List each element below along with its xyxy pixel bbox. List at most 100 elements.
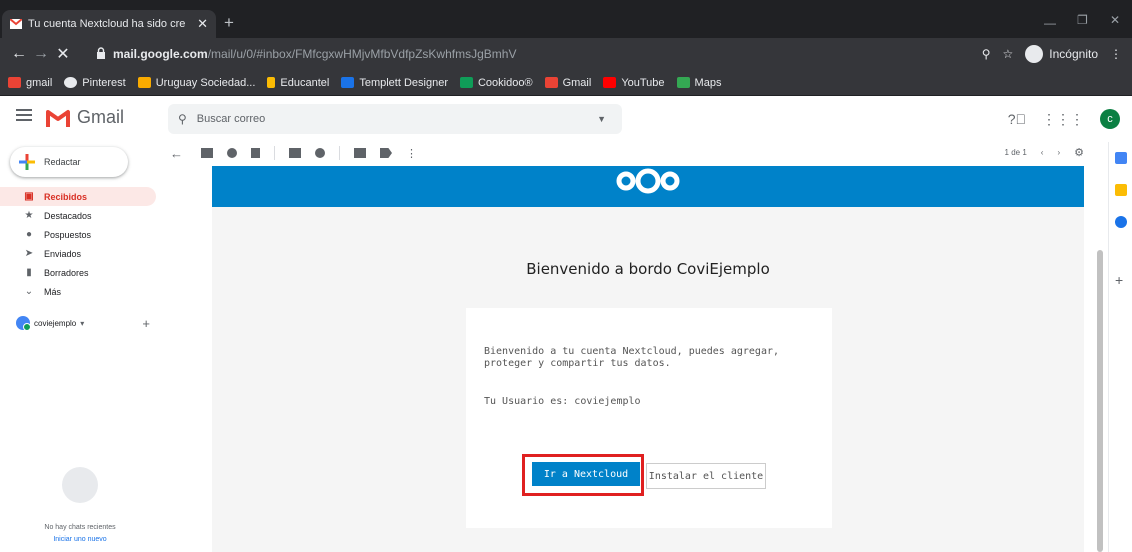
minimize-icon[interactable]: — <box>1044 16 1056 30</box>
username-line: Tu Usuario es: coviejemplo <box>484 396 641 407</box>
delete-icon[interactable] <box>251 148 260 158</box>
incognito-icon <box>1025 45 1044 63</box>
sidebar-item-sent[interactable]: ➤ Enviados <box>0 244 160 263</box>
clock-icon: ● <box>25 229 33 240</box>
forward-icon[interactable]: → <box>30 45 52 63</box>
maps-icon <box>676 77 690 88</box>
hangouts-account[interactable]: coviejemplo ▾ + <box>16 316 156 331</box>
close-window-icon[interactable]: ✕ <box>1110 13 1120 27</box>
bookmark-educantel[interactable]: Educantel <box>267 77 329 89</box>
calendar-icon[interactable] <box>1115 152 1127 164</box>
sidebar-item-inbox[interactable]: ▣ Recibidos <box>0 187 156 206</box>
more-options-icon[interactable]: ⋮ <box>406 147 417 160</box>
keep-icon[interactable] <box>1115 184 1127 196</box>
pinterest-icon <box>64 77 78 88</box>
mark-unread-icon[interactable] <box>289 148 301 158</box>
settings-gear-icon[interactable]: ⚙ <box>1074 146 1084 159</box>
sidebar-item-snoozed[interactable]: ● Pospuestos <box>0 225 160 244</box>
help-icon[interactable]: ?⃝ <box>1008 111 1026 127</box>
sidebar-nav: ▣ Recibidos ★ Destacados ● Pospuestos ➤ … <box>0 187 160 301</box>
address-bar[interactable]: mail.google.com /mail/u/0/#inbox/FMfcgxw… <box>96 42 1036 66</box>
plus-icon <box>19 154 35 170</box>
report-spam-icon[interactable] <box>227 148 237 158</box>
bookmark-templett[interactable]: Templett Designer <box>341 77 448 89</box>
gmail-m-icon <box>46 109 70 127</box>
incognito-indicator[interactable]: Incógnito <box>1025 45 1098 63</box>
bookmark-gmail-2[interactable]: Gmail <box>544 77 591 89</box>
main-menu-icon[interactable] <box>16 109 32 121</box>
search-options-icon[interactable]: ▼ <box>597 114 606 124</box>
close-tab-icon[interactable]: ✕ <box>197 16 208 32</box>
account-avatar[interactable]: c <box>1100 109 1120 129</box>
restore-icon[interactable]: ❐ <box>1077 13 1088 27</box>
gmail-icon <box>8 77 21 88</box>
label-icon[interactable] <box>380 148 392 158</box>
gmail-logo[interactable]: Gmail <box>46 107 124 128</box>
welcome-heading: Bienvenido a bordo CoviEjemplo <box>526 260 770 278</box>
welcome-card: Bienvenido a tu cuenta Nextcloud, puedes… <box>466 308 832 528</box>
gmail-logo-label: Gmail <box>77 107 125 127</box>
chevron-down-icon: ⌄ <box>24 286 34 297</box>
gmail-favicon-icon <box>10 19 22 29</box>
toolbar-divider <box>274 146 275 160</box>
toolbar-divider <box>339 146 340 160</box>
email-scrollbar[interactable] <box>1097 250 1103 552</box>
browser-toolbar: ← → ✕ mail.google.com /mail/u/0/#inbox/F… <box>0 38 1132 70</box>
start-chat-link[interactable]: Iniciar uno nuevo <box>0 536 160 543</box>
bookmarks-bar: gmail Pinterest Uruguay Sociedad... Educ… <box>0 70 1132 96</box>
archive-icon[interactable] <box>201 148 213 158</box>
zoom-search-icon[interactable]: ⚲ <box>982 47 991 61</box>
install-client-button[interactable]: Instalar el cliente <box>646 463 766 489</box>
compose-button[interactable]: Redactar <box>10 147 128 177</box>
draft-icon: ▮ <box>26 267 32 278</box>
url-path: /mail/u/0/#inbox/FMfcgxwHMjvMfbVdfpZsKwh… <box>207 47 517 61</box>
account-avatar-small <box>16 316 31 331</box>
sidebar-item-more[interactable]: ⌄ Más <box>0 282 160 301</box>
go-to-nextcloud-button[interactable]: Ir a Nextcloud <box>532 462 640 486</box>
new-tab-icon[interactable]: + <box>224 13 234 33</box>
search-input[interactable]: ⚲ Buscar correo ▼ <box>168 104 622 134</box>
chat-bubble-icon <box>62 467 98 503</box>
nextcloud-logo-icon <box>616 168 680 194</box>
welcome-body-text: Bienvenido a tu cuenta Nextcloud, puedes… <box>484 346 780 369</box>
email-toolbar: ← ⋮ 1 de 1 ‹ › ⚙ <box>170 142 1100 164</box>
bookmark-uruguay-sociedad[interactable]: Uruguay Sociedad... <box>137 77 255 89</box>
templett-icon <box>341 77 355 88</box>
url-host: mail.google.com <box>113 47 208 61</box>
youtube-icon <box>603 77 617 88</box>
star-icon: ★ <box>24 210 34 221</box>
account-caret-icon: ▾ <box>80 318 85 328</box>
send-icon: ➤ <box>24 248 34 259</box>
lock-icon <box>96 47 108 61</box>
bookmark-maps[interactable]: Maps <box>676 77 721 89</box>
newer-icon[interactable]: ‹ <box>1041 148 1044 157</box>
back-to-inbox-icon[interactable]: ← <box>170 146 183 161</box>
move-to-icon[interactable] <box>354 148 366 158</box>
compose-label: Redactar <box>44 157 81 167</box>
browser-menu-icon[interactable]: ⋮ <box>1110 47 1122 61</box>
bookmark-star-icon[interactable]: ☆ <box>1003 47 1014 61</box>
back-icon[interactable]: ← <box>8 45 30 63</box>
browser-tabstrip: Tu cuenta Nextcloud ha sido cre ✕ + — ❐ … <box>0 0 1132 38</box>
sidebar-item-drafts[interactable]: ▮ Borradores <box>0 263 160 282</box>
stop-icon[interactable]: ✕ <box>52 44 74 64</box>
bookmark-youtube[interactable]: YouTube <box>603 77 665 89</box>
bookmark-pinterest[interactable]: Pinterest <box>64 77 126 89</box>
older-icon[interactable]: › <box>1057 148 1060 157</box>
sidebar-item-starred[interactable]: ★ Destacados <box>0 206 160 225</box>
no-chats-text: No hay chats recientes <box>44 524 116 531</box>
bookmark-cookidoo[interactable]: Cookidoo® <box>459 77 533 89</box>
incognito-label: Incógnito <box>1049 47 1098 61</box>
tasks-icon[interactable] <box>1115 216 1127 228</box>
gmail-icon <box>544 77 558 88</box>
snooze-icon[interactable] <box>315 148 325 158</box>
email-body: Bienvenido a bordo CoviEjemplo Bienvenid… <box>212 166 1084 552</box>
apps-grid-icon[interactable]: ⋮⋮⋮ <box>1042 111 1084 128</box>
inbox-icon: ▣ <box>24 191 34 202</box>
search-icon[interactable]: ⚲ <box>178 112 187 126</box>
educantel-icon <box>267 77 276 88</box>
get-addons-icon[interactable]: + <box>1115 272 1123 288</box>
bookmark-gmail[interactable]: gmail <box>8 77 52 89</box>
browser-tab[interactable]: Tu cuenta Nextcloud ha sido cre ✕ <box>2 10 216 38</box>
new-chat-icon[interactable]: + <box>142 316 150 331</box>
